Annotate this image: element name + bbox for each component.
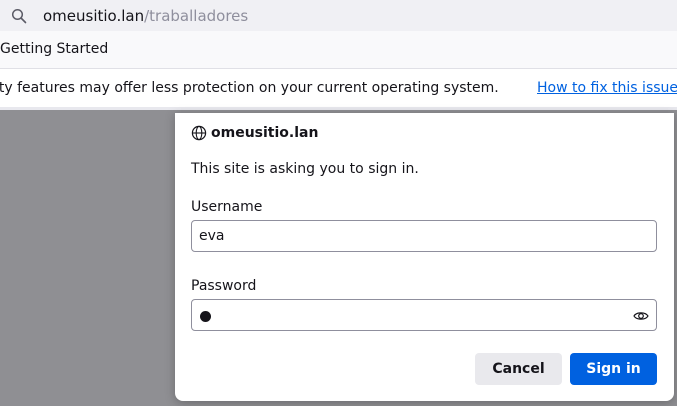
dialog-message: This site is asking you to sign in.	[191, 161, 419, 177]
username-value: eva	[199, 228, 225, 244]
sign-in-button[interactable]: Sign in	[570, 353, 657, 385]
url-host: omeusitio.lan	[43, 7, 145, 25]
browser-window: omeusitio.lan/traballadores Getting Star…	[0, 0, 677, 406]
password-mask	[200, 311, 211, 322]
username-field[interactable]: eva	[191, 220, 657, 252]
bookmarks-toolbar: Getting Started	[0, 31, 677, 69]
notification-message: ity features may offer less protection o…	[0, 80, 499, 96]
notification-fix-link[interactable]: How to fix this issue	[537, 79, 677, 97]
cancel-button[interactable]: Cancel	[475, 353, 562, 385]
url-path: /traballadores	[144, 7, 249, 25]
url-text[interactable]: omeusitio.lan/traballadores	[43, 6, 248, 26]
dialog-site-host: omeusitio.lan	[211, 125, 319, 141]
address-bar[interactable]: omeusitio.lan/traballadores	[0, 0, 677, 32]
password-label: Password	[191, 278, 257, 294]
eye-icon[interactable]	[633, 308, 649, 324]
bookmark-getting-started[interactable]: Getting Started	[0, 40, 108, 58]
sign-in-dialog: omeusitio.lan This site is asking you to…	[175, 113, 674, 401]
password-field[interactable]	[191, 299, 657, 331]
globe-icon	[191, 125, 207, 141]
search-icon	[11, 8, 27, 24]
security-notification-bar: ity features may offer less protection o…	[0, 69, 677, 110]
username-label: Username	[191, 199, 263, 215]
